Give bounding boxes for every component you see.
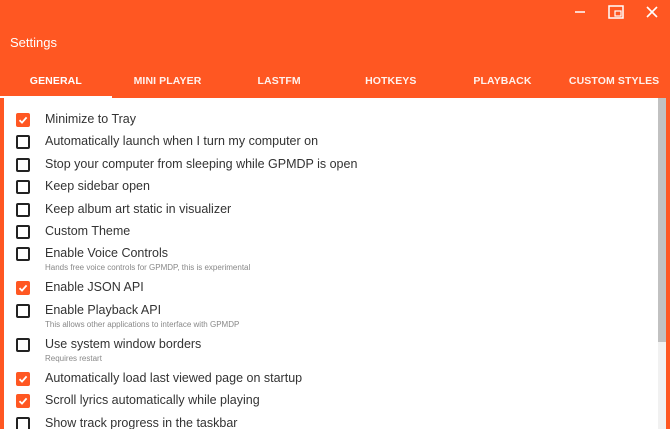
checkbox-unchecked[interactable] (16, 337, 30, 352)
title-bar: Settings (0, 0, 670, 64)
checkbox-checked[interactable] (16, 394, 30, 409)
setting-item[interactable]: Use system window borders Requires restar… (4, 336, 666, 370)
settings-panel: Minimize to Tray Automatically launch whe… (4, 98, 666, 429)
checkbox-checked[interactable] (16, 281, 30, 296)
tab-general[interactable]: GENERAL (0, 64, 112, 98)
checkmark-icon (18, 397, 28, 406)
settings-tabs: GENERAL MINI PLAYER LASTFM HOTKEYS PLAYBACK C… (0, 64, 670, 98)
checkbox-unchecked[interactable] (16, 247, 30, 262)
setting-item[interactable]: Automatically launch when I turn my comp… (4, 133, 666, 155)
checkbox-unchecked[interactable] (16, 180, 30, 195)
setting-label: Enable Voice Controls (45, 246, 168, 261)
scrollbar-thumb[interactable] (658, 98, 666, 342)
checkmark-icon (18, 285, 28, 293)
checkbox-unchecked[interactable] (16, 416, 30, 429)
setting-label: Show track progress in the taskbar (45, 415, 238, 429)
checkmark-icon (18, 375, 28, 383)
setting-item[interactable]: Keep album art static in visualizer (4, 201, 666, 223)
checkbox-checked[interactable] (16, 113, 30, 127)
setting-item[interactable]: Scroll lyrics automatically while playin… (4, 392, 666, 414)
setting-item[interactable]: Enable Voice Controls Hands free voice co… (4, 245, 666, 279)
checkbox-unchecked[interactable] (16, 135, 30, 150)
close-icon[interactable] (634, 0, 670, 24)
setting-label: Minimize to Tray (45, 112, 136, 126)
setting-label: Enable Playback API (45, 302, 162, 317)
window-controls (562, 0, 670, 24)
setting-text: Automatically load last viewed page on s… (45, 370, 302, 386)
setting-text: Use system window borders Requires restar… (45, 336, 201, 364)
setting-text: Minimize to Tray (45, 111, 136, 127)
setting-item[interactable]: Stop your computer from sleeping while G… (4, 156, 666, 178)
tab-lastfm[interactable]: LASTFM (223, 64, 335, 98)
checkbox-unchecked[interactable] (16, 224, 30, 239)
setting-item[interactable]: Automatically load last viewed page on s… (4, 370, 666, 392)
setting-text: Scroll lyrics automatically while playin… (45, 392, 260, 408)
minimize-icon[interactable] (562, 0, 598, 24)
setting-label: Keep sidebar open (45, 179, 150, 194)
setting-item[interactable]: Show track progress in the taskbar (4, 415, 666, 429)
setting-text: Stop your computer from sleeping while G… (45, 156, 357, 172)
setting-text: Show track progress in the taskbar (45, 415, 237, 429)
scrollbar-track[interactable] (658, 98, 666, 429)
checkbox-unchecked[interactable] (16, 303, 30, 318)
window-edge (666, 98, 670, 429)
setting-description: This allows other applications to interf… (45, 319, 240, 329)
setting-description: Requires restart (45, 353, 102, 363)
setting-item[interactable]: Keep sidebar open (4, 178, 666, 200)
setting-item[interactable]: Enable Playback API This allows other app… (4, 302, 666, 336)
setting-item[interactable]: Minimize to Tray (4, 111, 666, 133)
setting-text: Enable JSON API (45, 279, 144, 295)
setting-text: Keep album art static in visualizer (45, 201, 231, 217)
checkbox-unchecked[interactable] (16, 202, 30, 217)
checkbox-unchecked[interactable] (16, 157, 30, 172)
setting-label: Automatically load last viewed page on s… (45, 370, 303, 385)
setting-label: Custom Theme (45, 223, 131, 238)
setting-text: Automatically launch when I turn my comp… (45, 133, 318, 149)
setting-label: Keep album art static in visualizer (45, 201, 232, 216)
tab-hotkeys[interactable]: HOTKEYS (335, 64, 447, 98)
settings-list: Minimize to Tray Automatically launch whe… (4, 98, 666, 429)
setting-label: Stop your computer from sleeping while G… (45, 156, 358, 171)
checkmark-icon (18, 116, 28, 124)
checkbox-checked[interactable] (16, 371, 30, 386)
window-title: Settings (10, 35, 57, 50)
tab-mini-player[interactable]: MINI PLAYER (112, 64, 224, 98)
tab-custom-styles[interactable]: CUSTOM STYLES (558, 64, 670, 98)
setting-label: Automatically launch when I turn my comp… (45, 134, 319, 149)
setting-text: Custom Theme (45, 223, 130, 239)
setting-description: Hands free voice controls for GPMDP, thi… (45, 263, 251, 273)
setting-label: Use system window borders (45, 336, 202, 351)
setting-label: Enable JSON API (45, 280, 144, 295)
setting-text: Enable Playback API This allows other app… (45, 302, 239, 330)
tab-playback[interactable]: PLAYBACK (447, 64, 559, 98)
setting-item[interactable]: Enable JSON API (4, 279, 666, 301)
setting-label: Scroll lyrics automatically while playin… (45, 393, 260, 408)
setting-text: Keep sidebar open (45, 178, 150, 194)
maximize-icon[interactable] (598, 0, 634, 24)
setting-text: Enable Voice Controls Hands free voice co… (45, 245, 250, 273)
setting-item[interactable]: Custom Theme (4, 223, 666, 245)
